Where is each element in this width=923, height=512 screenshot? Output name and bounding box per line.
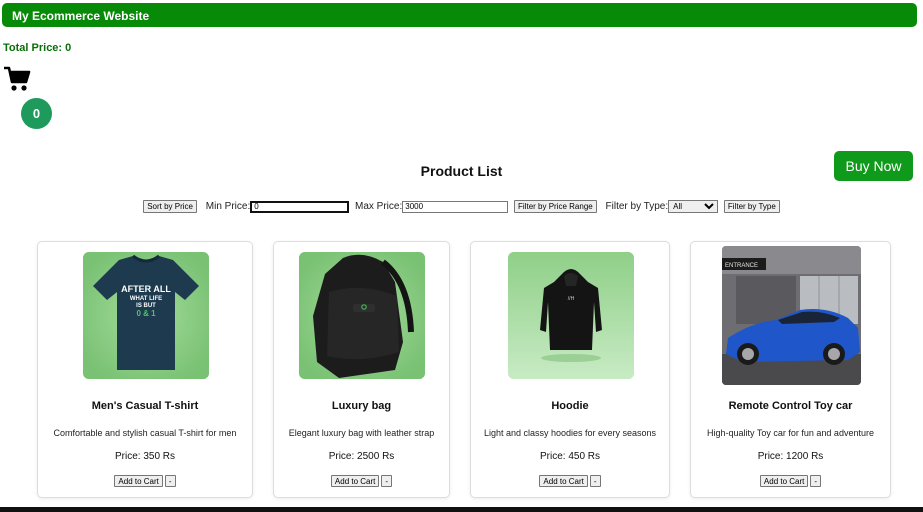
- remove-from-cart-button[interactable]: -: [164, 475, 176, 487]
- product-actions: Add to Cart -: [691, 475, 890, 487]
- product-price: Price: 450 Rs: [539, 451, 601, 462]
- product-card: ENTRANCE Remote Control Toy car High-qua…: [690, 241, 891, 498]
- product-image-bag: [299, 252, 425, 379]
- add-to-cart-button[interactable]: Add to Cart: [539, 475, 588, 487]
- product-price: Price: 1200 Rs: [757, 451, 824, 462]
- product-actions: Add to Cart -: [274, 475, 449, 487]
- product-description: Light and classy hoodies for every seaso…: [483, 428, 657, 438]
- svg-text:0 & 1: 0 & 1: [136, 309, 156, 318]
- site-header: My Ecommerce Website: [2, 3, 917, 27]
- product-list-title: Product List: [420, 163, 503, 179]
- remove-from-cart-button[interactable]: -: [589, 475, 601, 487]
- product-name: Hoodie: [551, 400, 589, 412]
- add-to-cart-button[interactable]: Add to Cart: [114, 475, 163, 487]
- product-name: Remote Control Toy car: [728, 400, 853, 412]
- window-bottom-edge: [0, 507, 923, 512]
- filter-by-price-button[interactable]: Filter by Price Range: [514, 200, 597, 213]
- product-image-hoodie: //H: [508, 252, 634, 379]
- product-description: High-quality Toy car for fun and adventu…: [707, 428, 874, 438]
- filter-bar: Sort by Price Min Price: Max Price: Filt…: [0, 200, 923, 213]
- product-name: Luxury bag: [331, 400, 392, 412]
- sort-by-price-button[interactable]: Sort by Price: [143, 200, 197, 213]
- product-name: Men's Casual T-shirt: [91, 400, 199, 412]
- product-price: Price: 2500 Rs: [328, 451, 395, 462]
- product-description: Elegant luxury bag with leather strap: [288, 428, 435, 438]
- add-to-cart-button[interactable]: Add to Cart: [759, 475, 809, 487]
- filter-type-label: Filter by Type:: [605, 201, 669, 212]
- product-actions: Add to Cart -: [471, 475, 669, 487]
- product-card: //H Hoodie Light and classy hoodies for …: [470, 241, 670, 498]
- max-price-input[interactable]: [402, 200, 509, 213]
- filter-by-type-button[interactable]: Filter by Type: [723, 200, 780, 213]
- product-image-toy-car: ENTRANCE: [722, 246, 861, 385]
- type-select[interactable]: All: [668, 200, 719, 213]
- product-card: AFTER ALL WHAT LIFE IS BUT 0 & 1 Men's C…: [37, 241, 253, 498]
- product-price: Price: 350 Rs: [114, 451, 176, 462]
- svg-text://H: //H: [568, 296, 575, 302]
- svg-text:AFTER ALL: AFTER ALL: [121, 284, 171, 294]
- product-image-tshirt: AFTER ALL WHAT LIFE IS BUT 0 & 1: [83, 252, 209, 379]
- svg-text:WHAT LIFE: WHAT LIFE: [130, 296, 162, 302]
- add-to-cart-button[interactable]: Add to Cart: [330, 475, 380, 487]
- total-price: Total Price: 0: [3, 42, 72, 54]
- cart-count-badge: 0: [21, 98, 52, 129]
- min-price-label: Min Price:: [205, 201, 251, 212]
- max-price-label: Max Price:: [355, 201, 403, 212]
- remove-from-cart-button[interactable]: -: [810, 475, 822, 487]
- remove-from-cart-button[interactable]: -: [381, 475, 393, 487]
- product-actions: Add to Cart -: [38, 475, 252, 487]
- shopping-cart-icon[interactable]: [3, 66, 31, 92]
- product-card: Luxury bag Elegant luxury bag with leath…: [273, 241, 450, 498]
- product-description: Comfortable and stylish casual T-shirt f…: [53, 428, 237, 438]
- svg-text:ENTRANCE: ENTRANCE: [725, 263, 758, 269]
- min-price-input[interactable]: [250, 200, 350, 213]
